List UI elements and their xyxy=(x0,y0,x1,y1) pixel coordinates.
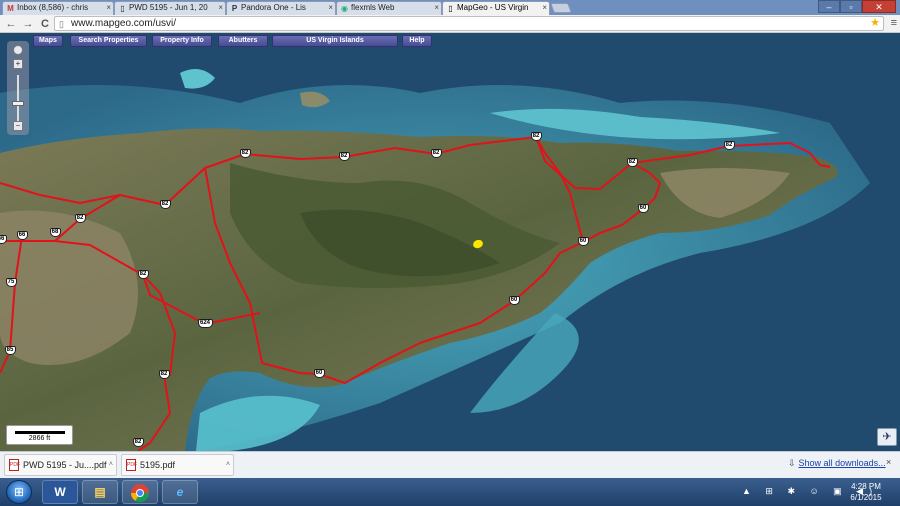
windows-taskbar: ⊞ W ▤ e ▲ ⊞ ✱ ☺ ▣ ◀) 4:28 PM 6/1/2015 xyxy=(0,478,900,506)
address-bar[interactable]: ▯ www.mapgeo.com/usvi/ ★ xyxy=(54,16,884,31)
screen: M Inbox (8,586) - chris × ▯ PWD 5195 - J… xyxy=(0,0,900,506)
zoom-in-button[interactable]: + xyxy=(13,59,23,69)
gmail-icon: M xyxy=(7,4,14,13)
download-filename: PWD 5195 - Ju....pdf xyxy=(23,460,107,470)
windows-start-icon[interactable]: ⊞ xyxy=(6,480,32,504)
back-button[interactable]: ← xyxy=(4,17,18,31)
bookmark-star-icon[interactable]: ★ xyxy=(870,17,880,30)
road-shield-624: 624 xyxy=(197,319,213,328)
browser-titlebar: M Inbox (8,586) - chris × ▯ PWD 5195 - J… xyxy=(0,0,900,15)
download-item[interactable]: PDF 5195.pdf ˄ xyxy=(121,454,234,476)
road-shield-60: 60 xyxy=(313,369,325,378)
menu-maps-button[interactable]: Maps xyxy=(33,35,63,47)
satellite-imagery xyxy=(0,33,900,451)
map-view[interactable]: Maps Search Properties Property Info Abu… xyxy=(0,33,900,451)
tab-label: flexmls Web xyxy=(351,3,395,12)
page-icon: ▯ xyxy=(120,4,125,13)
menu-property-info-button[interactable]: Property Info xyxy=(152,35,212,47)
tab-mapgeo[interactable]: ▯ MapGeo - US Virgin × xyxy=(442,1,550,15)
pdf-file-icon: PDF xyxy=(9,459,20,471)
tab-label: Inbox (8,586) - chris xyxy=(17,3,89,12)
file-explorer-icon[interactable]: ▤ xyxy=(82,480,118,504)
road-shield-82: 82 xyxy=(723,141,735,150)
road-shield-82: 82 xyxy=(530,132,542,141)
browser-toolbar: ← → C ▯ www.mapgeo.com/usvi/ ★ ≡ xyxy=(0,15,900,33)
menu-us-virgin-islands-button[interactable]: US Virgin Islands xyxy=(272,35,398,47)
clock-date: 6/1/2015 xyxy=(850,493,882,502)
reload-button[interactable]: C xyxy=(38,17,52,31)
road-shield-85: 85 xyxy=(4,346,16,355)
tab-close-icon[interactable]: × xyxy=(218,2,223,14)
pandora-icon: P xyxy=(231,4,238,13)
show-all-downloads-link[interactable]: ⇩ Show all downloads... xyxy=(788,458,886,469)
scale-line xyxy=(15,431,65,434)
forward-button[interactable]: → xyxy=(21,17,35,31)
word-icon[interactable]: W xyxy=(42,480,78,504)
tab-pandora[interactable]: P Pandora One - Lis × xyxy=(226,1,336,15)
menu-help-button[interactable]: Help xyxy=(402,35,432,47)
internet-explorer-icon[interactable]: e xyxy=(162,480,198,504)
road-shield-82: 82 xyxy=(239,149,251,158)
road-shield-82: 82 xyxy=(158,370,170,379)
zoom-slider-thumb[interactable] xyxy=(12,101,24,106)
pan-icon[interactable] xyxy=(13,45,23,55)
road-shield-66: 66 xyxy=(16,231,28,240)
tab-close-icon[interactable]: × xyxy=(542,2,547,14)
downloads-bar: PDF PWD 5195 - Ju....pdf ˄ PDF 5195.pdf … xyxy=(0,451,900,478)
zoom-slider-track[interactable] xyxy=(17,75,19,121)
road-shield-68: 68 xyxy=(49,228,61,237)
close-window-button[interactable]: ✕ xyxy=(862,0,896,13)
address-text: www.mapgeo.com/usvi/ xyxy=(71,18,177,29)
road-shield-82: 82 xyxy=(430,149,442,158)
tab-close-icon[interactable]: × xyxy=(328,2,333,14)
road-shield-60: 60 xyxy=(508,296,520,305)
tab-flexmls[interactable]: ◉ flexmls Web × xyxy=(336,1,442,15)
tab-close-icon[interactable]: × xyxy=(106,2,111,14)
download-arrow-icon: ⇩ xyxy=(788,458,796,468)
system-clock[interactable]: 4:28 PM 6/1/2015 xyxy=(842,481,890,503)
page-icon: ▯ xyxy=(59,19,64,29)
show-all-label: Show all downloads... xyxy=(798,458,886,468)
tab-label: PWD 5195 - Jun 1, 20 xyxy=(129,3,208,12)
clock-time: 4:28 PM xyxy=(851,482,881,491)
chrome-logo xyxy=(131,484,149,503)
download-filename: 5195.pdf xyxy=(140,460,176,470)
flexmls-icon: ◉ xyxy=(341,4,348,13)
tab-label: MapGeo - US Virgin xyxy=(457,3,529,12)
zoom-out-button[interactable]: − xyxy=(13,121,23,131)
road-shield-75: 75 xyxy=(5,278,17,287)
menu-icon[interactable]: ≡ xyxy=(891,17,897,29)
chrome-icon[interactable] xyxy=(122,480,158,504)
chevron-up-icon[interactable]: ˄ xyxy=(226,455,230,475)
road-shield-82: 82 xyxy=(132,438,144,447)
download-item[interactable]: PDF PWD 5195 - Ju....pdf ˄ xyxy=(4,454,117,476)
menu-search-properties-button[interactable]: Search Properties xyxy=(70,35,147,47)
close-downloads-bar-button[interactable]: × xyxy=(886,457,891,467)
road-shield-82: 82 xyxy=(137,270,149,279)
road-shield-82: 82 xyxy=(626,158,638,167)
zoom-control: + − xyxy=(7,41,29,135)
map-tool-icon[interactable]: ✈ xyxy=(877,428,897,446)
road-shield-60: 60 xyxy=(637,204,649,213)
road-shield-60: 60 xyxy=(577,237,589,246)
maximize-button[interactable]: ▫ xyxy=(840,0,862,13)
scale-label: 2866 ft xyxy=(28,435,51,442)
tab-label: Pandora One - Lis xyxy=(241,3,306,12)
chevron-up-icon[interactable]: ˄ xyxy=(109,455,113,475)
tab-gmail[interactable]: M Inbox (8,586) - chris × xyxy=(2,1,114,15)
menu-abutters-button[interactable]: Abutters xyxy=(218,35,268,47)
tab-close-icon[interactable]: × xyxy=(434,2,439,14)
minimize-button[interactable]: – xyxy=(818,0,840,13)
page-icon: ▯ xyxy=(448,4,453,13)
pdf-file-icon: PDF xyxy=(126,459,137,471)
tab-pwd[interactable]: ▯ PWD 5195 - Jun 1, 20 × xyxy=(114,1,226,15)
road-shield-82: 82 xyxy=(338,152,350,161)
road-shield-82: 82 xyxy=(74,214,86,223)
road-shield-82: 82 xyxy=(159,200,171,209)
scale-bar: 2866 ft xyxy=(6,425,73,445)
new-tab-button[interactable] xyxy=(550,3,572,13)
